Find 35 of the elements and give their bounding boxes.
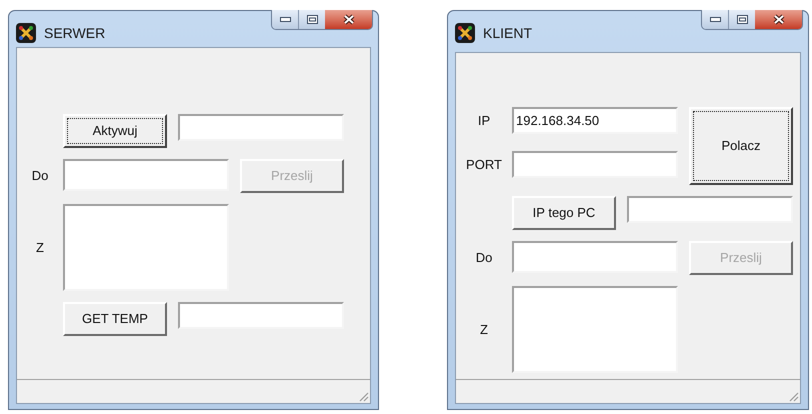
minimize-icon (710, 17, 720, 22)
field-label: Z (36, 238, 44, 257)
minimize-icon (280, 17, 290, 22)
field-label: Do (476, 249, 492, 268)
button[interactable]: IP tego PC (512, 196, 616, 230)
close-icon (772, 14, 786, 25)
maximize-icon (736, 15, 748, 24)
text-field[interactable] (178, 302, 344, 329)
text-field[interactable] (512, 151, 678, 178)
text-field[interactable] (178, 114, 344, 141)
text-field[interactable] (63, 159, 229, 191)
text-area[interactable] (512, 286, 678, 373)
maximize-icon (306, 15, 318, 24)
field-label: Do (32, 167, 48, 186)
text-field[interactable] (512, 241, 678, 273)
field-label: Z (480, 320, 488, 339)
close-icon (342, 14, 356, 25)
field-label: IP (478, 112, 490, 130)
button[interactable]: GET TEMP (63, 302, 167, 336)
text-field[interactable]: 192.168.34.50 (512, 107, 678, 134)
button[interactable]: Polacz (689, 107, 793, 185)
button[interactable]: Aktywuj (63, 114, 167, 148)
minimize-button[interactable] (272, 10, 299, 29)
close-button[interactable] (325, 10, 372, 29)
app-icon (16, 23, 36, 43)
maximize-button[interactable] (729, 10, 755, 29)
close-button[interactable] (755, 10, 802, 29)
app-icon (455, 23, 475, 43)
text-area[interactable] (63, 204, 229, 291)
window-title: KLIENT (483, 24, 532, 43)
window-title: SERWER (44, 24, 106, 43)
maximize-button[interactable] (299, 10, 325, 29)
field-label: PORT (466, 156, 502, 174)
minimize-button[interactable] (702, 10, 729, 29)
text-field[interactable] (627, 196, 793, 223)
